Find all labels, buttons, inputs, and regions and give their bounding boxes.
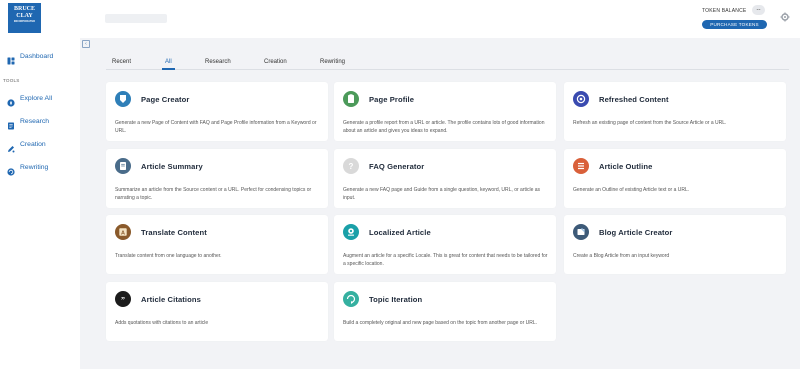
tool-card-description: Adds quotations with citations to an art… [115, 320, 209, 326]
tool-card-localized-article[interactable]: Localized Article Augment an article for … [334, 215, 556, 274]
tool-card-title: Article Summary [141, 162, 203, 171]
tool-card-description: Generate a new FAQ page and Guide from a… [343, 187, 541, 201]
tool-card-article-citations[interactable]: ” Article Citations Adds quotations with c… [106, 282, 328, 341]
tool-card-refreshed-content[interactable]: Refreshed Content Refresh an existing pag… [564, 82, 786, 141]
tool-card-title: Translate Content [141, 228, 207, 237]
tool-card-description: Generate a new Page of Content with FAQ … [115, 120, 317, 134]
bruce-clay-logo[interactable]: BRUCE CLAY INCORPORATED [8, 3, 41, 33]
sidebar: Dashboard TOOLS Explore All Research Cre… [0, 38, 80, 369]
tool-card-description: Generate an Outline of existing Article … [573, 187, 690, 193]
tool-card-description: Generate a profile report from a URL or … [343, 120, 545, 134]
tab-rewriting[interactable]: Rewriting [320, 57, 345, 70]
tool-card-page-profile[interactable]: Page Profile Generate a profile report fr… [334, 82, 556, 141]
question-icon: ? [343, 158, 359, 174]
purchase-tokens-button[interactable]: PURCHASE TOKENS [702, 20, 767, 29]
svg-text:A: A [121, 230, 125, 236]
tool-card-title: Article Citations [141, 295, 201, 304]
tab-research[interactable]: Research [205, 57, 231, 70]
tab-all[interactable]: All [162, 57, 175, 70]
settings-gear-icon[interactable] [780, 12, 790, 22]
tool-card-description: Augment an article for a specific Locale… [343, 253, 548, 267]
tool-card-blog-article-creator[interactable]: Blog Article Creator Create a Blog Articl… [564, 215, 786, 274]
tool-card-description: Summarize an article from the Source con… [115, 187, 312, 201]
tools-section-label: TOOLS [3, 78, 20, 83]
token-balance-value: -- [752, 5, 765, 15]
tool-card-translate-content[interactable]: A Translate Content Translate content from… [106, 215, 328, 274]
sidebar-item-creation[interactable]: Creation [7, 138, 46, 153]
compass-icon [7, 94, 15, 107]
category-tabs: Recent All Research Creation Rewriting [106, 57, 789, 70]
tool-card-title: Topic Iteration [369, 295, 423, 304]
sidebar-item-rewriting[interactable]: Rewriting [7, 161, 48, 176]
tool-card-title: Localized Article [369, 228, 431, 237]
page-title-placeholder [105, 14, 167, 23]
pen-icon [7, 140, 15, 153]
tool-card-description: Translate content from one language to a… [115, 253, 222, 259]
sidebar-item-dashboard[interactable]: Dashboard [7, 50, 53, 65]
token-balance-label: TOKEN BALANCE [702, 8, 747, 14]
document-icon [7, 117, 15, 130]
list-icon [573, 158, 589, 174]
iteration-icon [343, 291, 359, 307]
clipboard-icon [343, 91, 359, 107]
tool-card-topic-iteration[interactable]: Topic Iteration Build a completely origin… [334, 282, 556, 341]
tab-creation[interactable]: Creation [264, 57, 287, 70]
tool-card-description: Refresh an existing page of content from… [573, 120, 727, 126]
sidebar-item-research[interactable]: Research [7, 115, 49, 130]
tool-card-title: Page Profile [369, 95, 415, 104]
svg-text:?: ? [349, 162, 354, 171]
tool-card-title: Page Creator [141, 95, 190, 104]
translate-icon: A [115, 224, 131, 240]
tool-card-article-outline[interactable]: Article Outline Generate an Outline of ex… [564, 149, 786, 208]
tool-card-faq-generator[interactable]: ? FAQ Generator Generate a new FAQ page an… [334, 149, 556, 208]
location-icon [343, 224, 359, 240]
tool-card-title: FAQ Generator [369, 162, 425, 171]
tab-recent[interactable]: Recent [112, 57, 131, 70]
dashboard-icon [7, 52, 15, 65]
target-icon [573, 91, 589, 107]
tool-card-description: Create a Blog Article from an input keyw… [573, 253, 670, 259]
tool-card-title: Refreshed Content [599, 95, 669, 104]
tool-card-article-summary[interactable]: Article Summary Summarize an article from… [106, 149, 328, 208]
tool-card-title: Article Outline [599, 162, 653, 171]
collapse-sidebar-icon[interactable]: ‹ [82, 40, 90, 48]
top-header: BRUCE CLAY INCORPORATED TOKEN BALANCE --… [0, 0, 800, 38]
svg-text:”: ” [121, 295, 125, 304]
blog-icon [573, 224, 589, 240]
tool-card-page-creator[interactable]: Page Creator Generate a new Page of Conte… [106, 82, 328, 141]
tool-card-description: Build a completely original and new page… [343, 320, 538, 326]
badge-icon [115, 91, 131, 107]
summary-icon [115, 158, 131, 174]
quote-icon: ” [115, 291, 131, 307]
refresh-icon [7, 163, 15, 176]
sidebar-item-explore-all[interactable]: Explore All [7, 92, 52, 107]
tool-card-title: Blog Article Creator [599, 228, 673, 237]
